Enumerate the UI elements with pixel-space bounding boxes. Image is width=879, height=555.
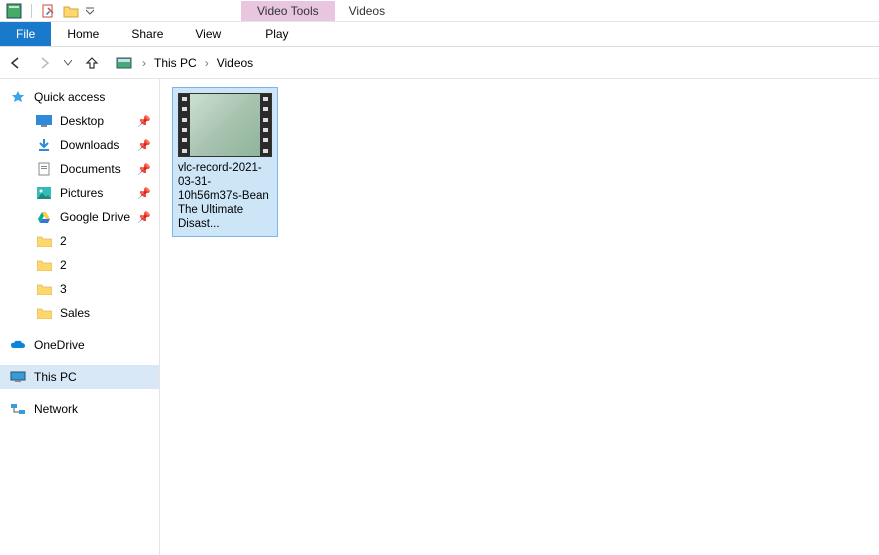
pin-icon: 📌 bbox=[137, 115, 151, 128]
sidebar-item-pictures[interactable]: Pictures 📌 bbox=[0, 181, 159, 205]
sidebar-network[interactable]: Network bbox=[0, 397, 159, 421]
address-bar[interactable]: › This PC › Videos bbox=[110, 51, 873, 75]
tab-share[interactable]: Share bbox=[115, 22, 179, 46]
sidebar-item-google-drive[interactable]: Google Drive 📌 bbox=[0, 205, 159, 229]
tab-file[interactable]: File bbox=[0, 22, 51, 46]
sidebar-item-folder[interactable]: 3 bbox=[0, 277, 159, 301]
sidebar-item-downloads[interactable]: Downloads 📌 bbox=[0, 133, 159, 157]
sidebar-item-folder[interactable]: Sales bbox=[0, 301, 159, 325]
sidebar-item-label: Quick access bbox=[34, 90, 105, 104]
sidebar-item-label: Network bbox=[34, 402, 78, 416]
forward-button[interactable] bbox=[34, 53, 54, 73]
chevron-right-icon[interactable]: › bbox=[205, 56, 209, 70]
back-button[interactable] bbox=[6, 53, 26, 73]
up-button[interactable] bbox=[82, 53, 102, 73]
breadcrumb-this-pc[interactable]: This PC bbox=[154, 56, 197, 70]
contextual-tab-video-tools[interactable]: Video Tools bbox=[241, 1, 335, 21]
title-bar: Video Tools Videos bbox=[0, 0, 879, 22]
network-icon bbox=[10, 401, 26, 417]
sidebar-item-label: Desktop bbox=[60, 114, 104, 128]
sidebar-onedrive[interactable]: OneDrive bbox=[0, 333, 159, 357]
sidebar-this-pc[interactable]: This PC bbox=[0, 365, 159, 389]
sidebar-item-folder[interactable]: 2 bbox=[0, 229, 159, 253]
folder-icon bbox=[36, 233, 52, 249]
window-title: Videos bbox=[349, 4, 385, 18]
google-drive-icon bbox=[36, 209, 52, 225]
file-name: vlc-record-2021-03-31-10h56m37s-Bean The… bbox=[178, 161, 272, 231]
location-icon bbox=[116, 56, 134, 70]
sidebar-item-label: OneDrive bbox=[34, 338, 85, 352]
sidebar-item-folder[interactable]: 2 bbox=[0, 253, 159, 277]
sidebar-item-label: This PC bbox=[34, 370, 77, 384]
sidebar-item-label: 2 bbox=[60, 258, 67, 272]
ribbon-tabs: File Home Share View Play bbox=[0, 22, 879, 47]
pin-icon: 📌 bbox=[137, 211, 151, 224]
filmstrip-right bbox=[260, 94, 271, 156]
navigation-pane: Quick access Desktop 📌 Downloads 📌 Docum… bbox=[0, 79, 160, 555]
onedrive-icon bbox=[10, 337, 26, 353]
downloads-icon bbox=[36, 137, 52, 153]
tab-home[interactable]: Home bbox=[51, 22, 115, 46]
documents-icon bbox=[36, 161, 52, 177]
folder-icon bbox=[36, 281, 52, 297]
sidebar-item-label: 3 bbox=[60, 282, 67, 296]
app-icon bbox=[6, 3, 22, 19]
breadcrumb-videos[interactable]: Videos bbox=[217, 56, 253, 70]
pin-icon: 📌 bbox=[137, 187, 151, 200]
file-list[interactable]: vlc-record-2021-03-31-10h56m37s-Bean The… bbox=[160, 79, 879, 555]
pin-icon: 📌 bbox=[137, 163, 151, 176]
sidebar-item-desktop[interactable]: Desktop 📌 bbox=[0, 109, 159, 133]
folder-icon bbox=[36, 305, 52, 321]
sidebar-quick-access[interactable]: Quick access bbox=[0, 85, 159, 109]
filmstrip-left bbox=[179, 94, 190, 156]
divider bbox=[31, 4, 32, 18]
properties-icon[interactable] bbox=[41, 3, 57, 19]
sidebar-item-label: Downloads bbox=[60, 138, 119, 152]
folder-icon bbox=[36, 257, 52, 273]
desktop-icon bbox=[36, 113, 52, 129]
navigation-bar: › This PC › Videos bbox=[0, 47, 879, 79]
file-item[interactable]: vlc-record-2021-03-31-10h56m37s-Bean The… bbox=[172, 87, 278, 237]
sidebar-item-label: 2 bbox=[60, 234, 67, 248]
sidebar-item-documents[interactable]: Documents 📌 bbox=[0, 157, 159, 181]
tab-play[interactable]: Play bbox=[249, 22, 304, 46]
tab-view[interactable]: View bbox=[179, 22, 237, 46]
video-thumbnail bbox=[178, 93, 272, 157]
star-icon bbox=[10, 89, 26, 105]
pictures-icon bbox=[36, 185, 52, 201]
pin-icon: 📌 bbox=[137, 139, 151, 152]
sidebar-item-label: Pictures bbox=[60, 186, 103, 200]
recent-locations-dropdown[interactable] bbox=[62, 53, 74, 73]
chevron-right-icon[interactable]: › bbox=[142, 56, 146, 70]
sidebar-item-label: Sales bbox=[60, 306, 90, 320]
qat-dropdown-icon[interactable] bbox=[85, 3, 95, 19]
sidebar-item-label: Documents bbox=[60, 162, 121, 176]
new-folder-icon[interactable] bbox=[63, 3, 79, 19]
sidebar-item-label: Google Drive bbox=[60, 210, 130, 224]
this-pc-icon bbox=[10, 369, 26, 385]
